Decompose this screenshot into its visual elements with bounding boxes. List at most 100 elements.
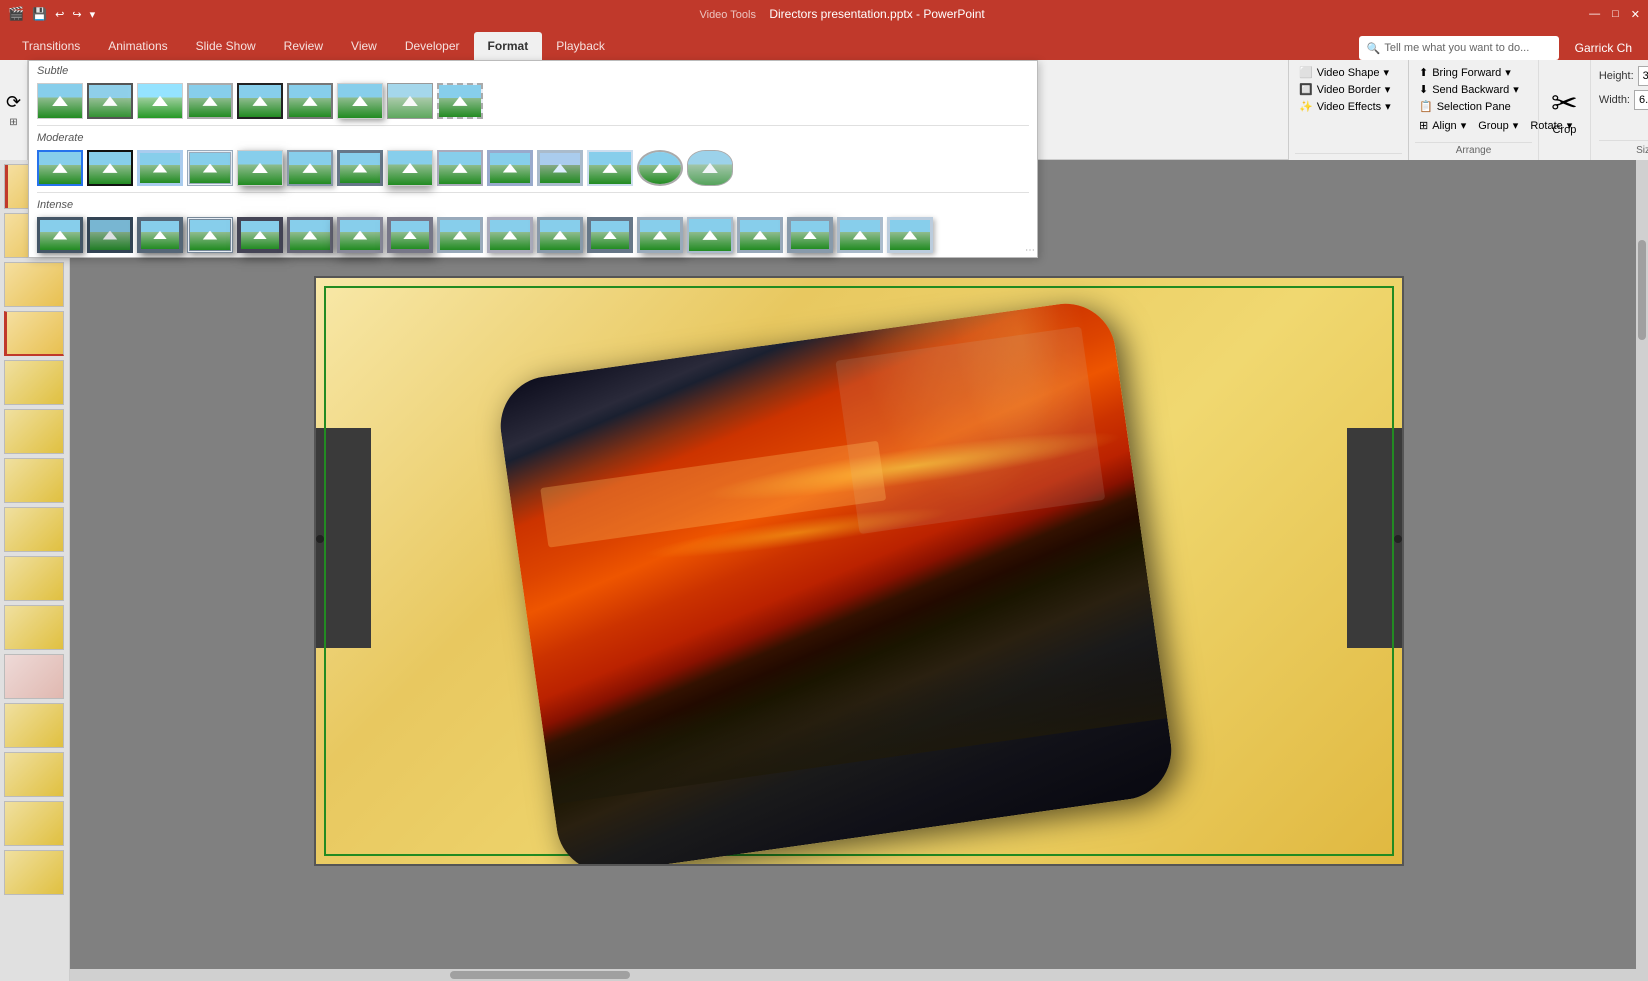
size-group-label: Size [1599,140,1648,156]
style-intense-3[interactable] [137,217,183,253]
style-intense-18[interactable] [887,217,933,253]
style-moderate-1[interactable] [37,150,83,186]
style-intense-14[interactable] [687,217,733,253]
crop-button[interactable]: ✂ Crop [1538,60,1591,160]
selection-pane-icon: 📋 [1419,100,1433,113]
slide-thumb-15[interactable] [4,850,64,895]
style-subtle-8[interactable] [387,83,433,119]
quick-redo[interactable]: ↪ [72,8,81,21]
slide-thumb-3[interactable] [4,262,64,307]
height-input[interactable] [1638,66,1648,86]
quick-save[interactable]: 💾 [32,7,47,21]
vertical-scrollbar[interactable] [1636,160,1648,969]
style-intense-13[interactable] [637,217,683,253]
slide-thumb-5[interactable] [4,360,64,405]
video-shape-btn[interactable]: ⬜ Video Shape ▾ [1295,64,1402,81]
style-moderate-5[interactable] [237,150,283,186]
slide-thumb-13[interactable] [4,752,64,797]
style-moderate-6[interactable] [287,150,333,186]
style-moderate-2[interactable] [87,150,133,186]
video-border-btn[interactable]: 🔲 Video Border ▾ [1295,81,1402,98]
style-intense-6[interactable] [287,217,333,253]
tab-view[interactable]: View [337,32,391,60]
slide-thumb-14[interactable] [4,801,64,846]
style-intense-8[interactable] [387,217,433,253]
style-moderate-3[interactable] [137,150,183,186]
style-moderate-10[interactable] [487,150,533,186]
bring-forward-btn[interactable]: ⬆ Bring Forward ▾ [1415,64,1532,81]
video-frame[interactable] [494,297,1178,866]
slide-thumb-6[interactable] [4,409,64,454]
style-moderate-14[interactable] [687,150,733,186]
close-button[interactable]: ✕ [1631,8,1640,21]
slide-panel [0,160,70,981]
video-effects-btn[interactable]: ✨ Video Effects ▾ [1295,98,1402,115]
group-btn[interactable]: Group ▾ [1474,117,1522,134]
style-subtle-5[interactable] [237,83,283,119]
tab-transitions[interactable]: Transitions [8,32,94,60]
selection-pane-btn[interactable]: 📋 Selection Pane [1415,98,1532,115]
title-bar: 🎬 💾 ↩ ↪ ▾ Video Tools Directors presenta… [0,0,1648,28]
tab-playback[interactable]: Playback [542,32,619,60]
style-subtle-3[interactable] [137,83,183,119]
horizontal-scrollbar[interactable] [70,969,1648,981]
style-moderate-12[interactable] [587,150,633,186]
minimize-button[interactable]: — [1589,8,1600,21]
selection-handle-right[interactable] [1394,535,1402,543]
h-scrollbar-thumb[interactable] [450,971,630,979]
style-subtle-9[interactable] [437,83,483,119]
send-backward-btn[interactable]: ⬇ Send Backward ▾ [1415,81,1532,98]
style-subtle-7[interactable] [337,83,383,119]
subtle-section-label: Subtle [29,61,1037,79]
slide-thumb-7[interactable] [4,458,64,503]
style-intense-7[interactable] [337,217,383,253]
style-intense-4[interactable] [187,217,233,253]
v-scrollbar-thumb[interactable] [1638,240,1646,340]
ribbon-design-btn[interactable]: ⊞ [9,117,17,128]
slide-thumb-12[interactable] [4,703,64,748]
style-intense-17[interactable] [837,217,883,253]
style-intense-16[interactable] [787,217,833,253]
style-moderate-13[interactable] [637,150,683,186]
style-intense-11[interactable] [537,217,583,253]
style-moderate-11[interactable] [537,150,583,186]
slide-thumb-9[interactable] [4,556,64,601]
align-btn[interactable]: ⊞ Align ▾ [1415,117,1470,134]
tab-format[interactable]: Format [474,32,543,60]
style-subtle-4[interactable] [187,83,233,119]
style-intense-12[interactable] [587,217,633,253]
quick-customize[interactable]: ▾ [90,8,96,21]
style-intense-2[interactable] [87,217,133,253]
tab-developer[interactable]: Developer [391,32,474,60]
style-moderate-4[interactable] [187,150,233,186]
ribbon-reset-btn[interactable]: ⟳ [6,92,21,113]
tab-slideshow[interactable]: Slide Show [182,32,270,60]
style-subtle-6[interactable] [287,83,333,119]
tab-animations[interactable]: Animations [94,32,181,60]
style-moderate-9[interactable] [437,150,483,186]
slide-thumb-11[interactable] [4,654,64,699]
style-subtle-1[interactable] [37,83,83,119]
selection-handle-left[interactable] [316,535,324,543]
style-intense-10[interactable] [487,217,533,253]
slide-thumb-10[interactable] [4,605,64,650]
tell-me-search[interactable]: 🔍 Tell me what you want to do... [1359,36,1559,60]
style-subtle-2[interactable] [87,83,133,119]
panel-resize-handle[interactable]: ⋯ [1025,245,1035,255]
canvas-area[interactable] [70,160,1648,981]
style-intense-5[interactable] [237,217,283,253]
maximize-button[interactable]: □ [1612,8,1619,21]
quick-undo[interactable]: ↩ [55,8,64,21]
style-intense-1[interactable] [37,217,83,253]
video-shape-icon: ⬜ [1299,66,1313,79]
style-moderate-8[interactable] [387,150,433,186]
slide-thumb-4[interactable] [4,311,64,356]
style-intense-15[interactable] [737,217,783,253]
width-input[interactable] [1634,90,1648,110]
video-effects-dropdown-icon: ▾ [1385,100,1391,113]
quick-access[interactable]: 🎬 [8,6,24,22]
slide-thumb-8[interactable] [4,507,64,552]
style-intense-9[interactable] [437,217,483,253]
tab-review[interactable]: Review [270,32,337,60]
style-moderate-7[interactable] [337,150,383,186]
